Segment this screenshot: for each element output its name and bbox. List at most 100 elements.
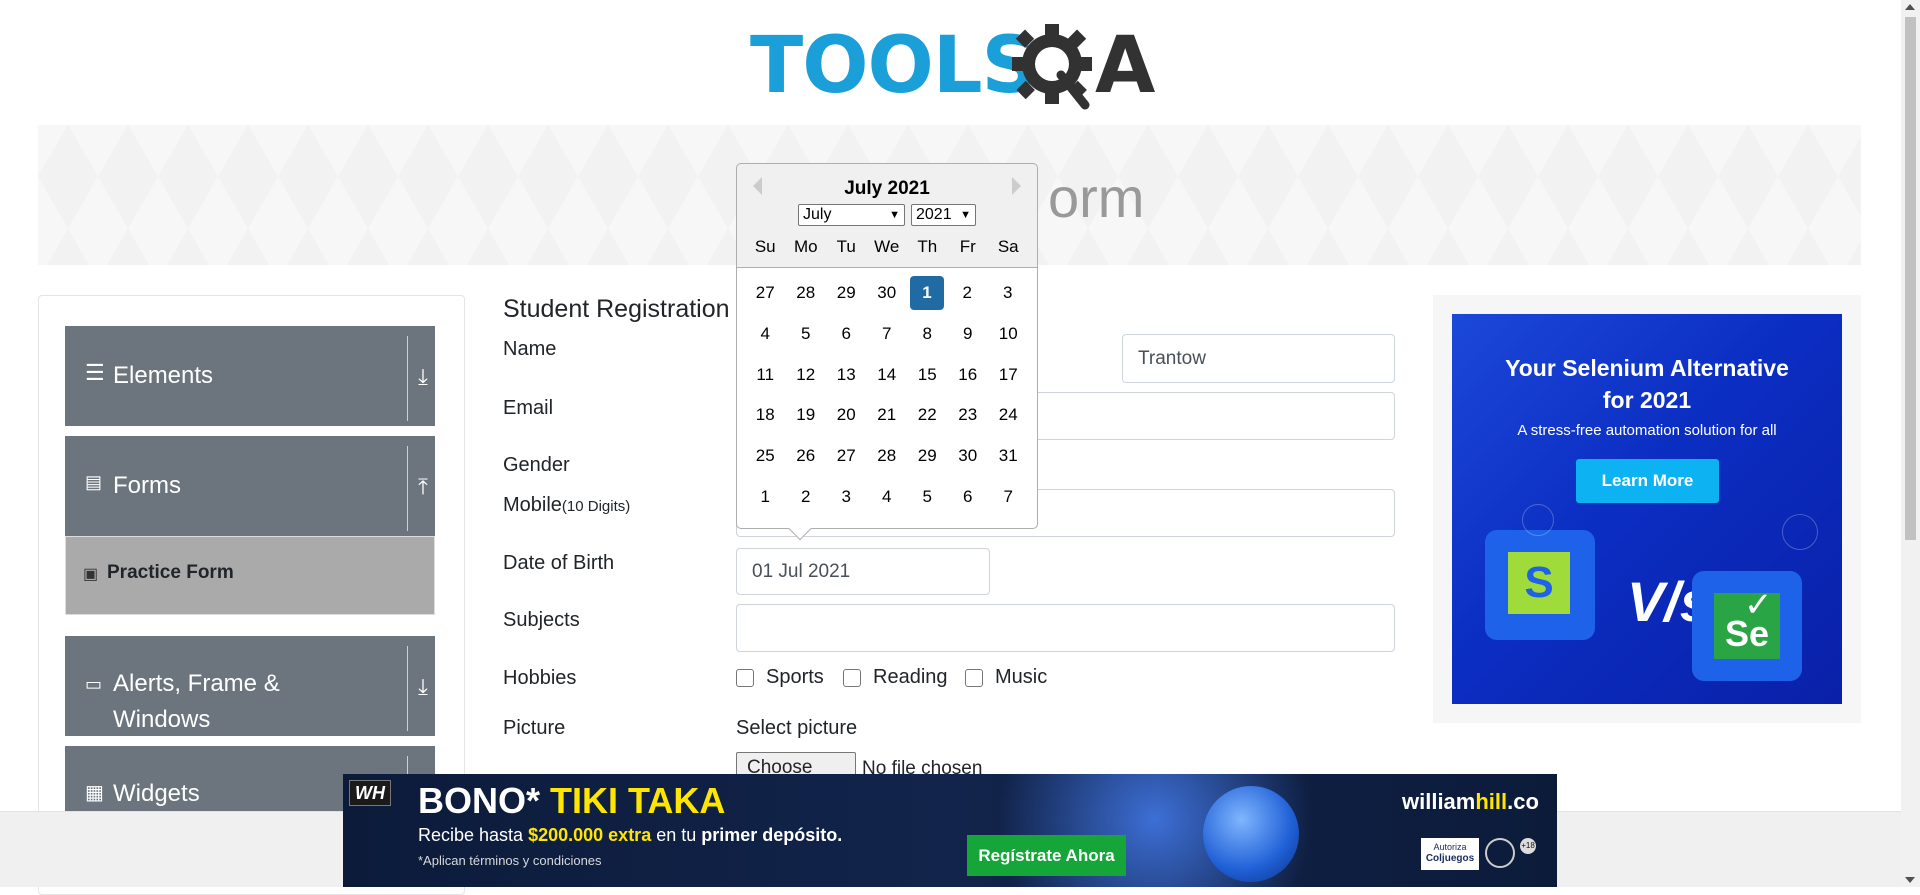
month-select[interactable]: July ▼ xyxy=(798,204,905,226)
day-cell[interactable]: 24 xyxy=(988,398,1029,432)
day-cell[interactable]: 10 xyxy=(988,317,1029,351)
ad-offer-line: Recibe hasta $200.000 extra en tu primer… xyxy=(418,825,842,846)
sports-checkbox[interactable] xyxy=(736,668,754,687)
day-cell[interactable]: 28 xyxy=(867,439,908,473)
mobile-label: Mobile(10 Digits) xyxy=(503,494,630,517)
day-cell[interactable]: 7 xyxy=(988,480,1029,514)
learn-more-button[interactable]: Learn More xyxy=(1576,459,1719,503)
hobby-sports[interactable]: Sports xyxy=(736,666,824,689)
day-cell[interactable]: 20 xyxy=(826,398,867,432)
day-cell[interactable]: 4 xyxy=(867,480,908,514)
upload-icon: ⤒ xyxy=(418,474,428,499)
offer-amount: $200.000 extra xyxy=(528,825,652,845)
day-cell[interactable]: 11 xyxy=(745,358,786,392)
logo-text-tools: TOOLS xyxy=(750,21,1038,111)
reading-checkbox[interactable] xyxy=(843,668,861,687)
day-cell[interactable]: 4 xyxy=(745,317,786,351)
name-label: Name xyxy=(503,338,557,360)
day-cell[interactable]: 19 xyxy=(786,398,827,432)
day-cell[interactable]: 25 xyxy=(745,439,786,473)
day-cell[interactable]: 5 xyxy=(786,317,827,351)
day-cell[interactable]: 2 xyxy=(947,276,988,310)
day-cell[interactable]: 31 xyxy=(988,439,1029,473)
day-cell[interactable]: 17 xyxy=(988,358,1029,392)
hamburger-icon: ☰ xyxy=(85,360,105,385)
hobby-music[interactable]: Music xyxy=(965,666,1047,689)
day-cell[interactable]: 21 xyxy=(867,398,908,432)
datepicker-current-month: July 2021 xyxy=(844,178,930,199)
ad-headline-line1: Your Selenium Alternative xyxy=(1505,355,1789,381)
scroll-up-arrow-icon[interactable] xyxy=(1905,4,1915,10)
sidebar-advertisement[interactable]: Your Selenium Alternative for 2021 A str… xyxy=(1433,295,1861,723)
day-cell[interactable]: 3 xyxy=(988,276,1029,310)
subjects-label: Subjects xyxy=(503,609,580,631)
divider xyxy=(407,646,408,731)
day-cell[interactable]: 29 xyxy=(826,276,867,310)
william-hill-logo: WH xyxy=(349,780,391,806)
day-cell[interactable]: 23 xyxy=(948,398,989,432)
bottom-advertisement[interactable]: WH BONO* TIKI TAKA Recibe hasta $200.000… xyxy=(343,774,1557,887)
day-cell[interactable]: 3 xyxy=(826,480,867,514)
sidebar-item-practice-form[interactable]: ▣ Practice Form xyxy=(65,536,435,615)
day-cell[interactable]: 12 xyxy=(786,358,827,392)
mobile-hint: (10 Digits) xyxy=(561,498,631,515)
mobile-label-text: Mobile xyxy=(503,494,562,516)
music-checkbox[interactable] xyxy=(965,668,983,687)
day-cell[interactable]: 9 xyxy=(948,317,989,351)
selenium-logo: Se ✓ xyxy=(1692,571,1802,681)
day-cell[interactable]: 13 xyxy=(826,358,867,392)
register-button[interactable]: Regístrate Ahora xyxy=(967,835,1126,876)
sidebar-group-alerts[interactable]: ▭ Alerts, Frame & Windows ⤓ xyxy=(65,636,435,736)
coljuegos-badge: Autoriza Coljuegos xyxy=(1421,838,1479,870)
day-cell[interactable]: 1 xyxy=(745,480,786,514)
sidebar-group-elements[interactable]: ☰ Elements ⤓ xyxy=(65,326,435,426)
day-cell[interactable]: 14 xyxy=(867,358,908,392)
day-cell-selected[interactable]: 1 xyxy=(910,276,944,310)
divider xyxy=(407,446,408,531)
subjects-input[interactable] xyxy=(736,604,1395,652)
form-heading: Student Registration xyxy=(503,295,730,323)
code-icon xyxy=(1782,514,1818,550)
day-cell[interactable]: 6 xyxy=(826,317,867,351)
offer-mid: en tu xyxy=(656,825,697,845)
datepicker-month-grid: 27 28 29 30 1 2 3 4 5 6 7 8 9 10 11 12 1… xyxy=(737,268,1037,528)
next-month-icon[interactable] xyxy=(1012,177,1021,195)
dob-label: Date of Birth xyxy=(503,552,615,574)
seal-icon xyxy=(1485,838,1515,868)
day-cell[interactable]: 28 xyxy=(786,276,827,310)
day-cell[interactable]: 6 xyxy=(948,480,989,514)
day-cell[interactable]: 5 xyxy=(907,480,948,514)
toolsqa-logo[interactable]: TOOLS A xyxy=(750,18,1155,113)
day-cell[interactable]: 8 xyxy=(907,317,948,351)
weekday-label: Th xyxy=(917,237,938,256)
scroll-down-arrow-icon[interactable] xyxy=(1905,877,1915,883)
week-row: 11 12 13 14 15 16 17 xyxy=(745,358,1029,392)
last-name-input[interactable]: Trantow xyxy=(1122,334,1395,383)
day-cell[interactable]: 26 xyxy=(786,439,827,473)
datepicker-popup: July 2021 July ▼ 2021 ▼ Su Mo Tu We Th Fr … xyxy=(736,163,1038,541)
timer-icon xyxy=(1522,504,1554,536)
day-cell[interactable]: 27 xyxy=(745,276,786,310)
offer-bold: primer depósito. xyxy=(701,825,843,845)
download-icon: ⤓ xyxy=(418,364,428,389)
day-cell[interactable]: 16 xyxy=(948,358,989,392)
ad-headline: Your Selenium Alternative for 2021 xyxy=(1452,352,1842,416)
divider xyxy=(407,336,408,421)
scrollbar-thumb[interactable] xyxy=(1905,17,1916,540)
year-select[interactable]: 2021 ▼ xyxy=(911,204,976,226)
weekday-label: Mo xyxy=(793,237,818,256)
day-cell[interactable]: 18 xyxy=(745,398,786,432)
sidebar-group-forms[interactable]: ▤ Forms ⤒ xyxy=(65,436,435,536)
day-cell[interactable]: 7 xyxy=(867,317,908,351)
logo-text-a: A xyxy=(1095,21,1156,111)
day-cell[interactable]: 30 xyxy=(948,439,989,473)
day-cell[interactable]: 27 xyxy=(826,439,867,473)
day-cell[interactable]: 2 xyxy=(786,480,827,514)
date-of-birth-input[interactable]: 01 Jul 2021 xyxy=(736,548,990,595)
day-cell[interactable]: 22 xyxy=(907,398,948,432)
day-cell[interactable]: 29 xyxy=(907,439,948,473)
hobby-reading[interactable]: Reading xyxy=(843,666,948,689)
day-cell[interactable]: 15 xyxy=(907,358,948,392)
day-cell[interactable]: 30 xyxy=(867,276,908,310)
week-row: 27 28 29 30 1 2 3 xyxy=(745,276,1028,310)
